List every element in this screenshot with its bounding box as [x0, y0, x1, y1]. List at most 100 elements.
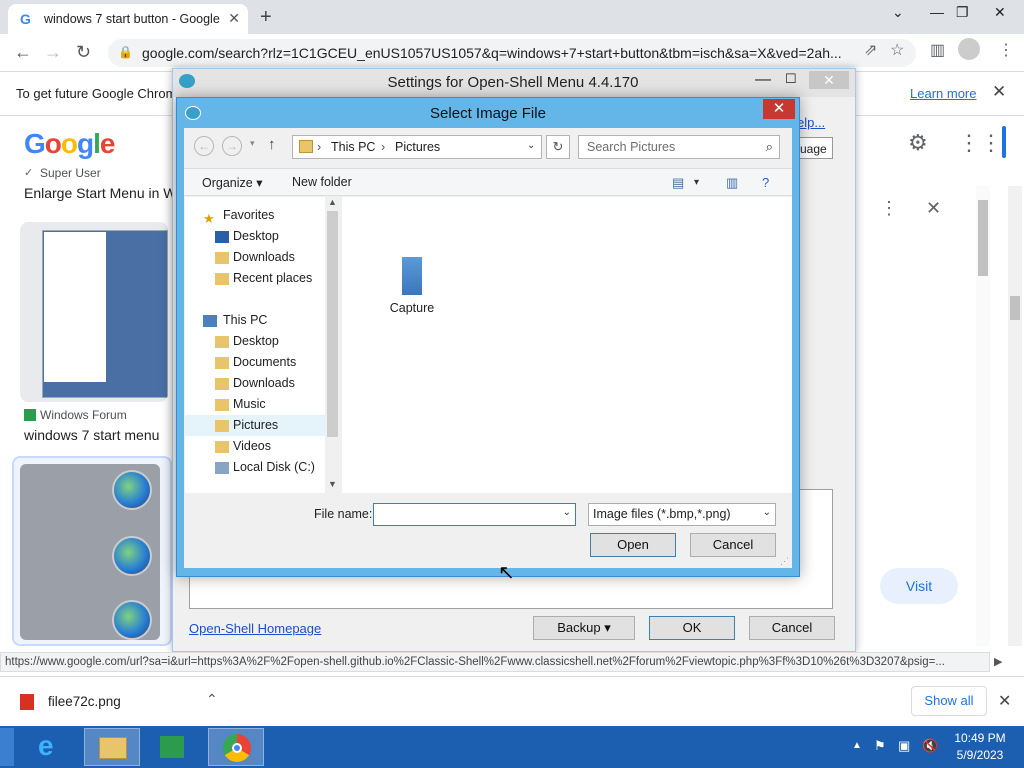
nav-favorites[interactable]: ★ Favorites: [185, 205, 325, 226]
scroll-up-icon[interactable]: ▲: [328, 197, 337, 207]
openshell-homepage-link[interactable]: Open-Shell Homepage: [189, 621, 321, 636]
taskbar-clock[interactable]: 10:49 PM 5/9/2023: [950, 730, 1010, 764]
nav-pc-local-disk[interactable]: Local Disk (C:): [185, 457, 325, 478]
back-icon[interactable]: ←: [14, 42, 32, 63]
network-icon[interactable]: ▣: [898, 738, 910, 754]
bookmark-star-icon[interactable]: ☆: [890, 40, 904, 60]
visit-button[interactable]: Visit: [880, 568, 958, 604]
nav-this-pc[interactable]: This PC: [185, 310, 325, 331]
nav-fav-desktop[interactable]: Desktop: [185, 226, 325, 247]
page-scrollbar[interactable]: [1008, 186, 1022, 646]
nav-pc-music[interactable]: Music: [185, 394, 325, 415]
result1-source[interactable]: Super User: [40, 166, 101, 180]
preview-pane-icon[interactable]: ▥: [726, 175, 738, 191]
side-panel-icon[interactable]: ▥: [930, 40, 945, 60]
download-filename[interactable]: filee72c.png: [48, 694, 121, 709]
tray-overflow-icon[interactable]: ▲: [852, 740, 862, 751]
internet-explorer-icon[interactable]: e: [24, 728, 80, 766]
help-link[interactable]: elp...: [797, 115, 825, 130]
reload-icon[interactable]: ↻: [76, 42, 91, 63]
google-logo[interactable]: Google: [24, 128, 115, 160]
back-icon[interactable]: ←: [194, 136, 214, 156]
settings-maximize-icon[interactable]: ☐: [785, 71, 797, 87]
dialog-cancel-button[interactable]: Cancel: [690, 533, 776, 557]
tab-search-icon[interactable]: ⌄: [892, 4, 904, 21]
forward-icon[interactable]: →: [44, 42, 62, 63]
settings-title-bar[interactable]: Settings for Open-Shell Menu 4.4.170 — ☐…: [173, 69, 855, 97]
file-name-input[interactable]: ⌄: [373, 503, 576, 526]
start-button[interactable]: [0, 728, 14, 766]
settings-gear-icon[interactable]: ⚙: [908, 130, 928, 156]
search-input[interactable]: Search Pictures ⌕: [578, 135, 780, 159]
dialog-close-icon[interactable]: ✕: [763, 99, 795, 119]
window-close-icon[interactable]: ✕: [994, 4, 1006, 21]
change-view-icon[interactable]: ▤: [672, 175, 684, 191]
crumb-this-pc[interactable]: This PC: [331, 140, 375, 154]
infobar-close-icon[interactable]: ✕: [992, 82, 1006, 102]
nav-fav-downloads[interactable]: Downloads: [185, 247, 325, 268]
result-image-thumbnail[interactable]: [20, 222, 168, 402]
organize-button[interactable]: Organize ▾: [202, 175, 262, 190]
settings-cancel-button[interactable]: Cancel: [749, 616, 835, 640]
action-center-icon[interactable]: ⚑: [874, 738, 886, 754]
profile-avatar[interactable]: [958, 38, 980, 60]
tab-close-icon[interactable]: ✕: [228, 10, 240, 27]
panel-scrollbar[interactable]: [976, 186, 990, 646]
nav-fav-recent-places[interactable]: Recent places: [185, 268, 325, 289]
volume-muted-icon[interactable]: 🔇: [922, 738, 938, 754]
address-bar[interactable]: 🔒 google.com/search?rlz=1C1GCEU_enUS1057…: [108, 39, 916, 67]
downloads-close-icon[interactable]: ✕: [998, 691, 1011, 711]
crumb-pictures[interactable]: Pictures: [395, 140, 440, 154]
new-tab-icon[interactable]: +: [260, 6, 272, 29]
scroll-down-icon[interactable]: ▼: [328, 479, 337, 489]
up-arrow-icon[interactable]: ↑: [268, 136, 276, 153]
backup-button[interactable]: Backup ▾: [533, 616, 635, 640]
selected-image-thumbnail[interactable]: [12, 456, 172, 646]
result2-source[interactable]: Windows Forum: [40, 408, 127, 422]
settings-close-icon[interactable]: ✕: [809, 71, 849, 89]
panel-close-icon[interactable]: ✕: [926, 198, 941, 219]
google-apps-icon[interactable]: ⋮⋮: [958, 130, 1002, 156]
show-all-button[interactable]: Show all: [911, 686, 987, 716]
nav-pc-desktop[interactable]: Desktop: [185, 331, 325, 352]
file-explorer-icon[interactable]: [84, 728, 140, 766]
window-minimize-icon[interactable]: —: [930, 4, 944, 20]
file-name-dropdown-icon[interactable]: ⌄: [563, 507, 571, 518]
nav-pc-documents[interactable]: Documents: [185, 352, 325, 373]
new-folder-button[interactable]: New folder: [292, 175, 352, 189]
resize-grip-icon[interactable]: ⋰: [780, 556, 789, 567]
open-button[interactable]: Open: [590, 533, 676, 557]
result2-title[interactable]: windows 7 start menu: [24, 427, 159, 443]
learn-more-link[interactable]: Learn more: [910, 86, 976, 101]
nav-pc-pictures[interactable]: Pictures: [185, 415, 325, 436]
download-options-icon[interactable]: ⌃: [206, 691, 218, 708]
language-tab[interactable]: uage: [797, 137, 833, 159]
address-dropdown-icon[interactable]: ⌄: [527, 140, 535, 151]
refresh-icon[interactable]: ↻: [546, 135, 570, 159]
nav-scrollbar[interactable]: ▲ ▼: [325, 197, 340, 493]
settings-minimize-icon[interactable]: —: [755, 71, 771, 89]
chrome-icon[interactable]: [208, 728, 264, 766]
recent-locations-icon[interactable]: ▾: [250, 138, 255, 149]
nav-scrollbar-thumb[interactable]: [327, 211, 338, 437]
nav-pc-downloads[interactable]: Downloads: [185, 373, 325, 394]
browser-tab[interactable]: G windows 7 start button - Google ✕: [8, 4, 248, 34]
page-scrollbar-thumb[interactable]: [1010, 296, 1020, 320]
share-icon[interactable]: ⇗: [864, 40, 877, 60]
help-icon[interactable]: ?: [762, 175, 769, 190]
more-options-icon[interactable]: ⋮: [880, 198, 898, 219]
nav-pc-videos[interactable]: Videos: [185, 436, 325, 457]
scroll-right-icon[interactable]: ▶: [994, 655, 1002, 668]
window-restore-icon[interactable]: ❐: [956, 4, 969, 21]
dialog-title-bar[interactable]: Select Image File ✕: [177, 98, 799, 128]
store-icon[interactable]: [144, 728, 200, 766]
file-type-select[interactable]: Image files (*.bmp,*.png) ⌄: [588, 503, 776, 526]
forward-icon[interactable]: →: [222, 136, 242, 156]
address-breadcrumb[interactable]: › This PC › Pictures ⌄: [292, 135, 542, 159]
ok-button[interactable]: OK: [649, 616, 735, 640]
view-options-dropdown-icon[interactable]: ▾: [694, 177, 699, 188]
result1-title[interactable]: Enlarge Start Menu in W: [24, 185, 177, 201]
panel-scrollbar-thumb[interactable]: [978, 200, 988, 276]
chrome-menu-icon[interactable]: ⋮: [998, 40, 1014, 60]
file-item[interactable]: Capture: [380, 257, 440, 321]
